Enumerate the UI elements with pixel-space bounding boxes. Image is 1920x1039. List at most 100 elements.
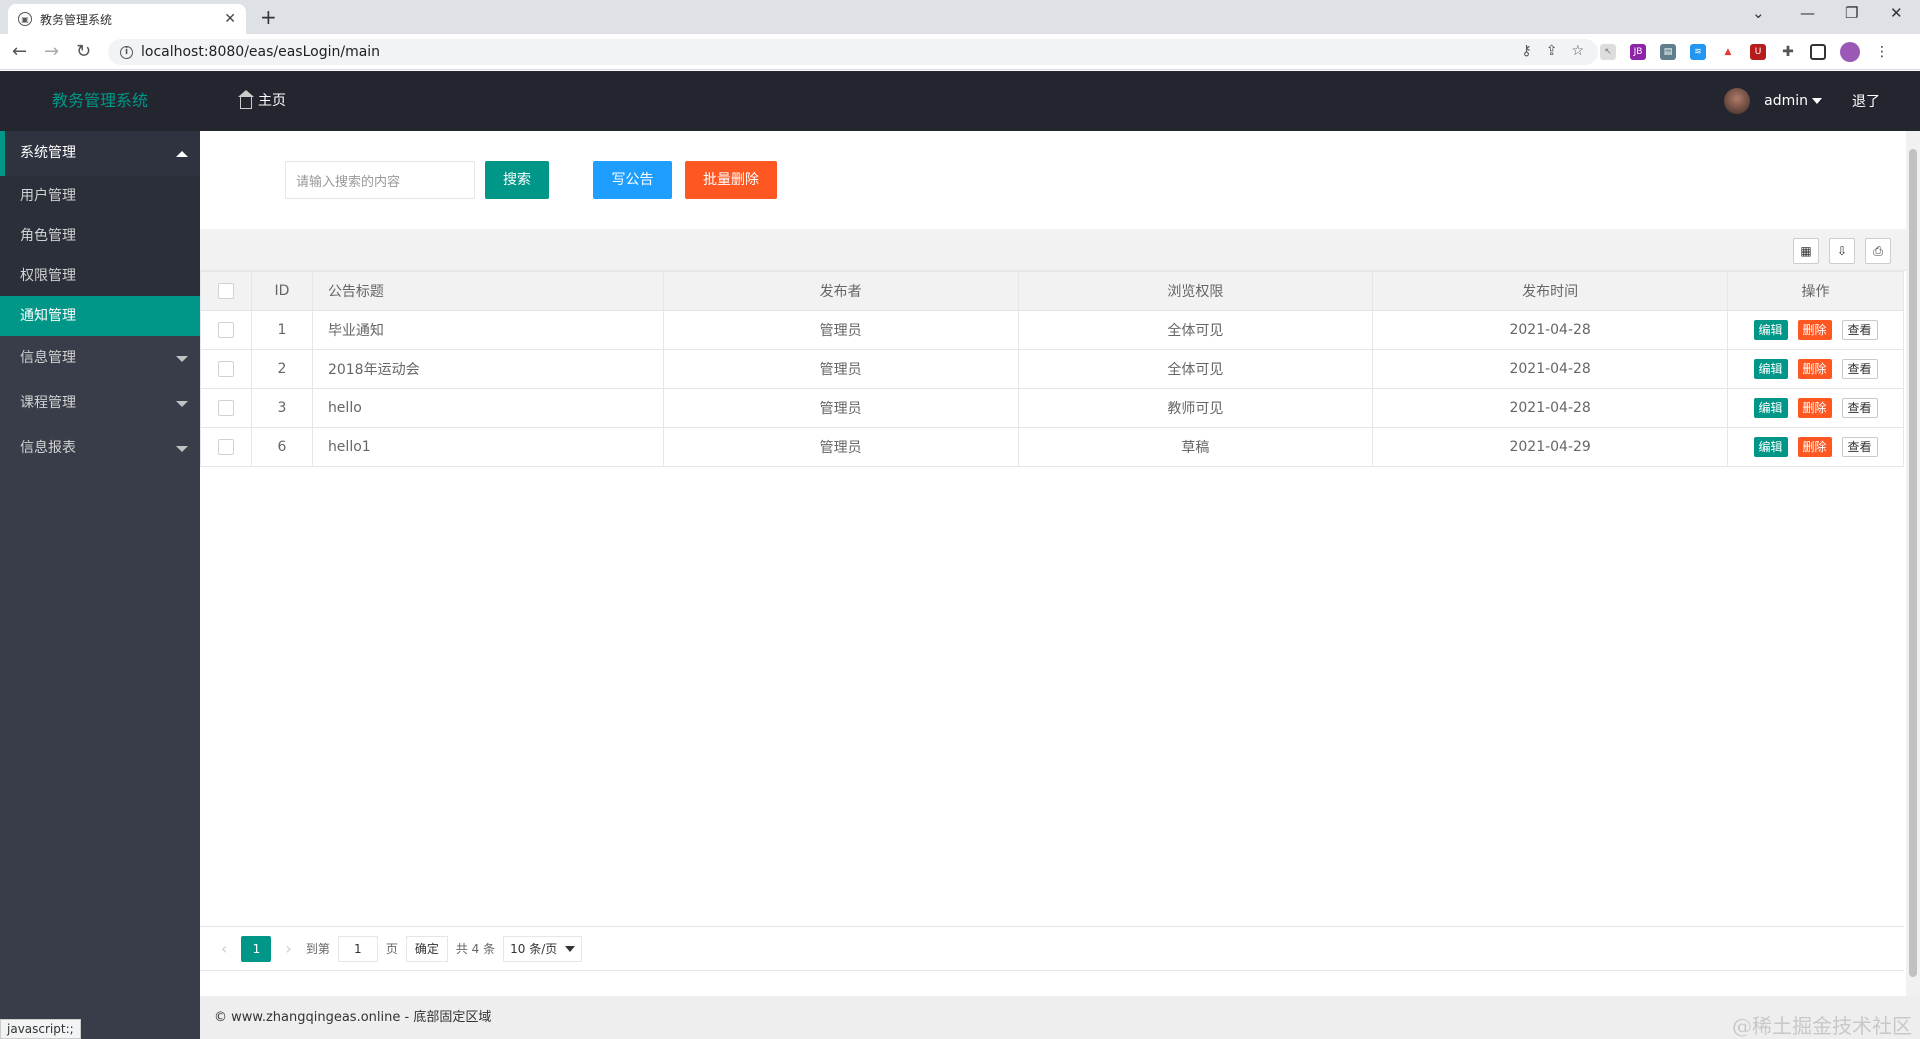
- extension-store-icon[interactable]: ▤: [1660, 44, 1676, 60]
- search-input[interactable]: 请输入搜索的内容: [285, 161, 475, 199]
- view-button[interactable]: 查看: [1841, 359, 1878, 379]
- home-link[interactable]: 主页: [238, 71, 286, 131]
- cell-date: 2021-04-28: [1372, 310, 1729, 350]
- chevron-down-icon[interactable]: ⌄: [1752, 4, 1765, 22]
- sidebar-group-reports[interactable]: 信息报表: [0, 426, 200, 471]
- toolbar: 请输入搜索的内容 搜索 写公告 批量删除: [200, 131, 1906, 229]
- home-label: 主页: [258, 93, 286, 109]
- cell-permission: 全体可见: [1017, 349, 1374, 389]
- sidebar: 系统管理 用户管理 角色管理 权限管理 通知管理 信息管理 课程管理 信息报表: [0, 131, 200, 1039]
- sidebar-group-courses[interactable]: 课程管理: [0, 381, 200, 426]
- row-select-cell: [200, 427, 252, 467]
- sidebar-group-label: 课程管理: [20, 395, 76, 411]
- goto-confirm-button[interactable]: 确定: [405, 935, 448, 962]
- restore-icon[interactable]: ❐: [1845, 4, 1858, 22]
- cell-id: 3: [250, 388, 313, 428]
- delete-button[interactable]: 删除: [1797, 359, 1832, 379]
- row-select-cell: [200, 310, 252, 350]
- cell-permission: 全体可见: [1017, 310, 1374, 350]
- avatar[interactable]: [1724, 88, 1751, 114]
- close-icon[interactable]: ✕: [224, 11, 236, 27]
- current-page[interactable]: 1: [241, 935, 272, 962]
- extension-ublock-icon[interactable]: U: [1750, 44, 1766, 60]
- url-input[interactable]: i localhost:8080/eas/easLogin/main ⚷ ⇪ ☆: [108, 39, 1598, 65]
- print-icon[interactable]: ⎙: [1865, 238, 1891, 264]
- column-header[interactable]: ID: [250, 271, 313, 311]
- share-icon[interactable]: ⇪: [1546, 43, 1558, 59]
- edit-button[interactable]: 编辑: [1753, 359, 1788, 379]
- delete-button[interactable]: 删除: [1797, 437, 1832, 457]
- scrollbar[interactable]: [1906, 131, 1920, 996]
- column-header[interactable]: 发布时间: [1372, 271, 1729, 311]
- extension-layers-icon[interactable]: ≋: [1690, 44, 1706, 60]
- extension-cursor-icon[interactable]: ↖: [1600, 44, 1616, 60]
- search-button[interactable]: 搜索: [485, 161, 549, 199]
- next-page-icon[interactable]: ›: [279, 939, 297, 958]
- new-tab-icon[interactable]: +: [260, 5, 277, 29]
- goto-page-input[interactable]: 1: [337, 935, 378, 962]
- sidebar-group-info[interactable]: 信息管理: [0, 336, 200, 381]
- page-size-select[interactable]: 10 条/页: [503, 935, 583, 962]
- cell-title: hello: [311, 388, 664, 428]
- edit-button[interactable]: 编辑: [1753, 320, 1788, 340]
- column-header: 操作: [1727, 271, 1904, 311]
- view-button[interactable]: 查看: [1841, 437, 1878, 457]
- column-header[interactable]: 公告标题: [311, 271, 664, 311]
- address-bar: ← → ↻ i localhost:8080/eas/easLogin/main…: [0, 34, 1920, 70]
- row-checkbox[interactable]: [217, 439, 234, 455]
- extension-jb-icon[interactable]: JB: [1630, 44, 1646, 60]
- sidebar-item-roles[interactable]: 角色管理: [0, 216, 200, 256]
- sidebar-submenu: 用户管理 角色管理 权限管理 通知管理: [0, 176, 200, 336]
- sidebar-group-system[interactable]: 系统管理: [0, 131, 200, 176]
- column-header[interactable]: 浏览权限: [1017, 271, 1374, 311]
- select-all-checkbox[interactable]: [217, 283, 234, 299]
- columns-filter-icon[interactable]: ▦: [1793, 238, 1819, 264]
- forward-icon[interactable]: →: [44, 41, 59, 62]
- cell-id: 1: [250, 310, 313, 350]
- export-icon[interactable]: ⇩: [1829, 238, 1855, 264]
- edit-button[interactable]: 编辑: [1753, 437, 1788, 457]
- cell-actions: 编辑 删除 查看: [1727, 427, 1904, 467]
- edit-button[interactable]: 编辑: [1753, 398, 1788, 418]
- app-logo[interactable]: 教务管理系统: [0, 71, 200, 131]
- row-select-cell: [200, 388, 252, 428]
- column-header[interactable]: 发布者: [662, 271, 1019, 311]
- puzzle-icon[interactable]: ✚: [1780, 44, 1796, 60]
- sidebar-group-label: 信息管理: [20, 350, 76, 366]
- write-notice-button[interactable]: 写公告: [593, 161, 672, 199]
- scrollbar-thumb[interactable]: [1909, 149, 1917, 977]
- browser-tab[interactable]: ▣ 教务管理系统 ✕: [8, 4, 246, 34]
- info-icon[interactable]: i: [120, 45, 133, 59]
- cell-title: hello1: [311, 427, 664, 467]
- view-button[interactable]: 查看: [1841, 320, 1878, 340]
- delete-button[interactable]: 删除: [1797, 320, 1832, 340]
- key-icon[interactable]: ⚷: [1521, 43, 1531, 59]
- back-icon[interactable]: ←: [12, 41, 27, 62]
- row-checkbox[interactable]: [217, 322, 234, 338]
- cell-id: 2: [250, 349, 313, 389]
- logout-link[interactable]: 退了: [1852, 91, 1880, 111]
- profile-avatar[interactable]: [1840, 42, 1860, 62]
- sidebar-item-permissions[interactable]: 权限管理: [0, 256, 200, 296]
- menu-dots-icon[interactable]: ⋮: [1874, 44, 1890, 60]
- batch-delete-button[interactable]: 批量删除: [685, 161, 777, 199]
- user-menu[interactable]: admin: [1764, 93, 1822, 109]
- view-button[interactable]: 查看: [1841, 398, 1878, 418]
- window-close-icon[interactable]: ✕: [1890, 4, 1903, 22]
- extension-flame-icon[interactable]: ▲: [1720, 44, 1736, 60]
- star-icon[interactable]: ☆: [1571, 43, 1584, 59]
- prev-page-icon[interactable]: ‹: [215, 939, 233, 958]
- sidebar-item-users[interactable]: 用户管理: [0, 176, 200, 216]
- sidepanel-icon[interactable]: [1810, 44, 1826, 60]
- row-checkbox[interactable]: [217, 400, 234, 416]
- reload-icon[interactable]: ↻: [76, 41, 91, 62]
- row-checkbox[interactable]: [217, 361, 234, 377]
- minimize-icon[interactable]: —: [1800, 4, 1815, 22]
- page-size-value: 10 条/页: [510, 941, 558, 956]
- delete-button[interactable]: 删除: [1797, 398, 1832, 418]
- home-icon: [238, 90, 254, 109]
- sidebar-item-notices[interactable]: 通知管理: [0, 296, 200, 336]
- cell-publisher: 管理员: [662, 349, 1019, 389]
- table-row: 1 毕业通知 管理员 全体可见 2021-04-28 编辑 删除 查看: [200, 310, 1904, 350]
- pagination: ‹ 1 › 到第 1 页 确定 共 4 条 10 条/页: [200, 926, 1904, 971]
